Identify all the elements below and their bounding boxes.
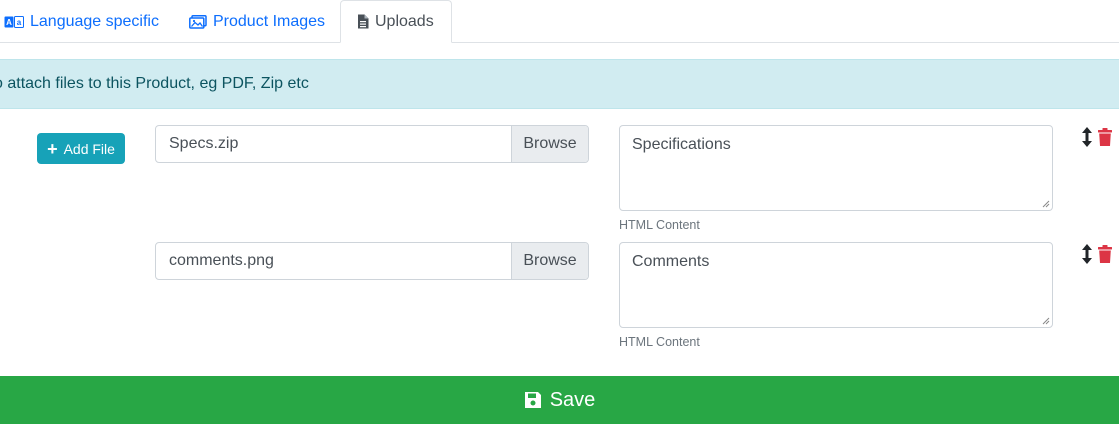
add-file-button[interactable]: + Add File — [37, 133, 125, 164]
tab-bar: A a Language specific Product Images Upl… — [0, 0, 1119, 43]
svg-text:A: A — [6, 18, 12, 27]
browse-button[interactable]: Browse — [511, 126, 588, 162]
tab-label: Language specific — [30, 13, 159, 30]
save-button[interactable]: Save — [0, 376, 1119, 424]
language-icon: A a — [4, 16, 24, 28]
html-content-textarea[interactable]: Specifications — [619, 125, 1053, 211]
html-content-textarea[interactable]: Comments — [619, 242, 1053, 328]
floppy-disk-icon — [524, 391, 542, 409]
info-text: o attach files to this Product, eg PDF, … — [0, 75, 309, 92]
tab-language-specific[interactable]: A a Language specific — [4, 1, 159, 43]
html-content-hint: HTML Content — [619, 218, 700, 232]
info-banner: o attach files to this Product, eg PDF, … — [0, 59, 1119, 109]
file-name: Specs.zip — [169, 135, 239, 152]
add-file-label: Add File — [63, 140, 115, 157]
resize-grip-icon[interactable] — [1042, 317, 1050, 325]
tab-label: Uploads — [375, 12, 434, 30]
file-input[interactable]: comments.png Browse — [155, 242, 589, 280]
svg-text:a: a — [17, 18, 22, 27]
tab-product-images[interactable]: Product Images — [189, 1, 325, 43]
images-icon — [189, 15, 207, 29]
file-icon — [357, 14, 369, 29]
textarea-value: Specifications — [632, 136, 731, 153]
html-content-hint: HTML Content — [619, 335, 700, 349]
browse-button[interactable]: Browse — [511, 243, 588, 279]
resize-grip-icon[interactable] — [1042, 200, 1050, 208]
trash-icon[interactable] — [1098, 128, 1112, 146]
textarea-value: Comments — [632, 253, 710, 270]
tab-label: Product Images — [213, 13, 326, 30]
save-label: Save — [549, 388, 596, 411]
tab-uploads[interactable]: Uploads — [340, 0, 452, 43]
file-input[interactable]: Specs.zip Browse — [155, 125, 589, 163]
file-name: comments.png — [169, 252, 274, 269]
reorder-arrows-icon[interactable] — [1081, 127, 1093, 147]
reorder-arrows-icon[interactable] — [1081, 244, 1093, 264]
trash-icon[interactable] — [1098, 245, 1112, 263]
plus-icon: + — [47, 138, 58, 159]
